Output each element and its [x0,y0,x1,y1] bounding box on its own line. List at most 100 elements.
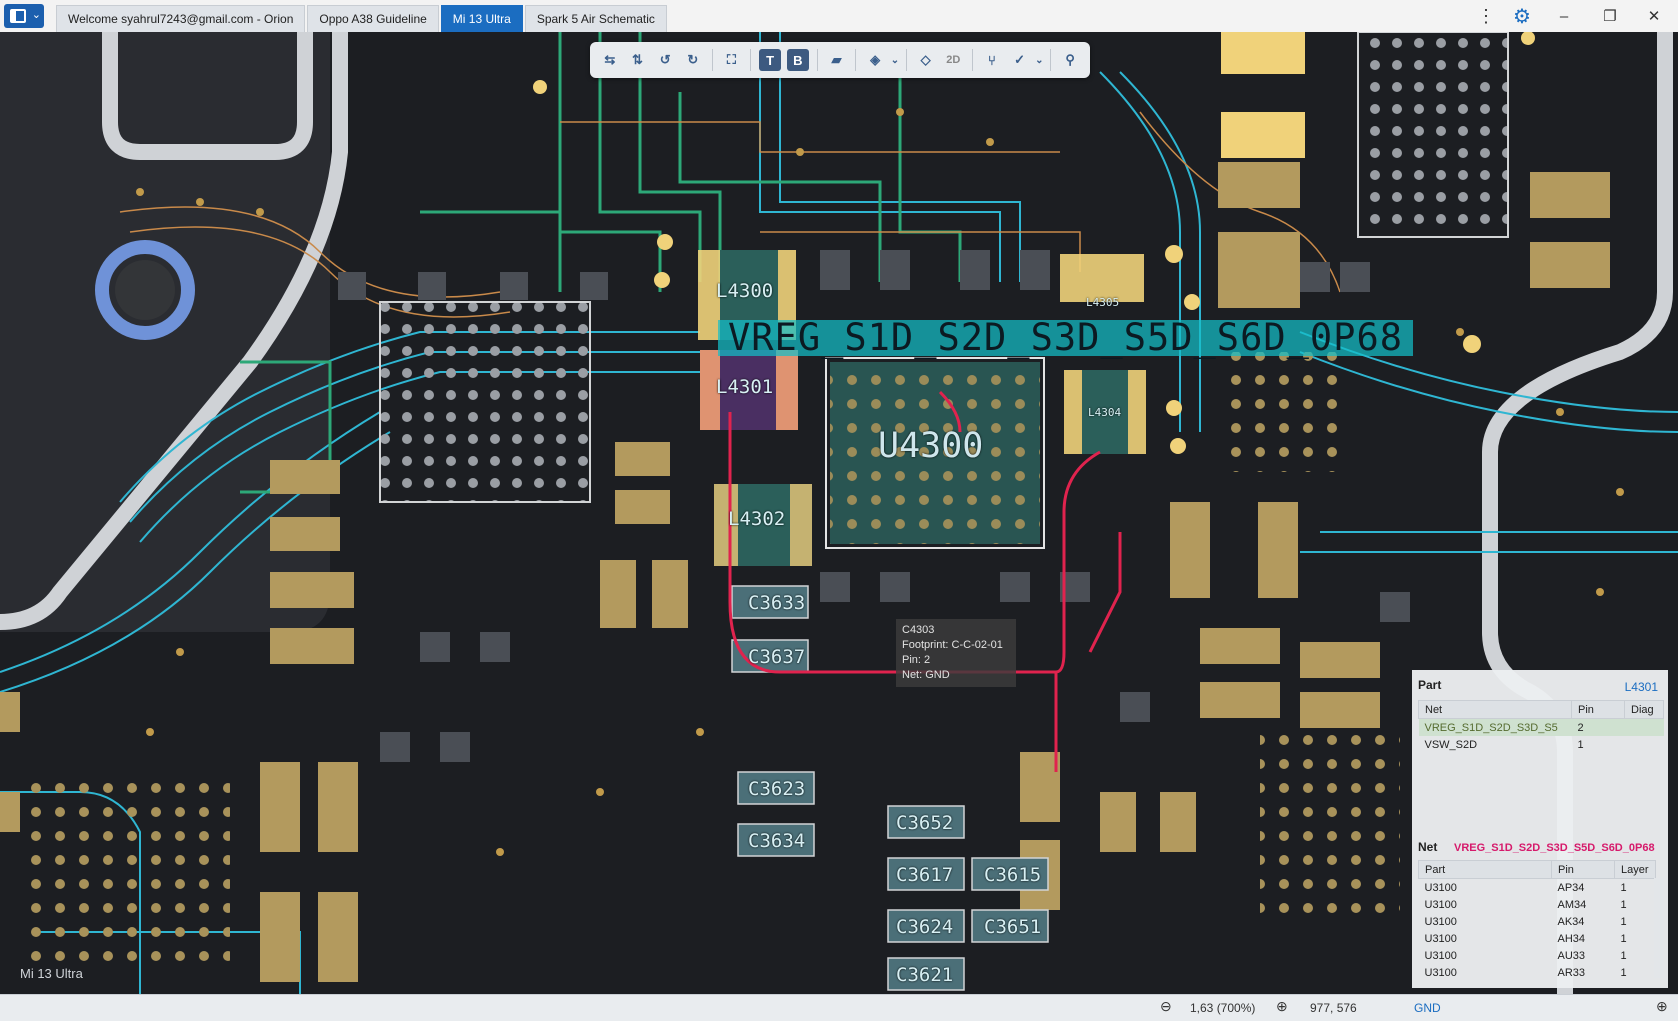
flip-vertical-button[interactable]: ⇅ [625,47,651,73]
minimize-button[interactable]: – [1544,0,1584,32]
toolbar-divider [905,49,907,71]
table-row[interactable]: U3100 AM34 1 [1419,896,1656,913]
toolbar-divider [1050,49,1052,71]
chevron-down-icon[interactable]: ⌄ [890,47,900,73]
net-panel-name[interactable]: VREG_S1D_S2D_S3D_S5D_S6D_0P68 [1454,842,1655,854]
net-cell: VSW_S2D [1424,738,1478,751]
tab-oppo-a38-guideline[interactable]: Oppo A38 Guideline [307,5,439,32]
top-side-button[interactable]: T [759,49,781,71]
view-2d-button[interactable]: 2D [940,47,966,73]
diag-cell [1624,718,1664,736]
label-tag-button[interactable]: ▰ [824,47,850,73]
pin-cell: AU33 [1557,949,1586,962]
layer-cell: 1 [1620,966,1627,979]
component-button[interactable]: ◇ [913,47,939,73]
part-label-c3634: C3634 [748,830,806,852]
app-menu-icon [10,9,26,23]
board-name-label: Mi 13 Ultra [20,966,83,981]
table-row[interactable]: U3100 AU33 1 [1419,947,1656,964]
part-panel-title: Part [1418,678,1442,692]
gear-icon[interactable]: ⚙ [1502,0,1542,32]
table-row[interactable]: U3100 AP34 1 [1419,879,1656,897]
table-row[interactable]: VSW_S2D 1 [1419,736,1664,753]
toolbar-divider [750,49,752,71]
search-icon[interactable]: ⚲ [1057,47,1083,73]
net-trace-button[interactable]: ⑂ [979,47,1005,73]
zoom-out-icon[interactable]: ⊖ [1160,998,1172,1015]
layer-cell: 1 [1620,898,1627,911]
part-cell: U3100 [1424,915,1457,928]
column-header-pin[interactable]: Pin [1571,700,1625,719]
part-cell: U3100 [1424,966,1457,979]
net-parts-table: Part Pin Layer U3100 AP34 1 U3100 AM34 1 U31… [1418,860,1656,981]
tab-mi-13-ultra[interactable]: Mi 13 Ultra [440,5,523,32]
toolbar-divider [816,49,818,71]
part-label-l4305: L4305 [1086,296,1120,309]
toolbar-divider [855,49,857,71]
part-label-u4300: U4300 [878,426,984,466]
pin-cell: 1 [1577,738,1584,751]
rotate-right-button[interactable]: ↻ [680,47,706,73]
pin-cell: 2 [1571,718,1625,736]
column-header-diag[interactable]: Diag [1624,700,1664,719]
tab-strip: Welcome syahrul7243@gmail.com - Orion Op… [56,5,669,32]
part-cell: U3100 [1424,932,1457,945]
rotate-left-button[interactable]: ↺ [652,47,678,73]
more-options-icon[interactable]: ⋮ [1466,0,1506,32]
column-header-net[interactable]: Net [1418,700,1572,719]
toolbar-divider [972,49,974,71]
chevron-down-icon: ⌄ [31,9,41,21]
part-label-c3637: C3637 [748,646,806,668]
globe-icon[interactable]: ⊕ [1656,998,1668,1015]
status-net: GND [1414,1001,1441,1015]
pin-cell: AR33 [1557,966,1586,979]
layer-cell: 1 [1620,949,1627,962]
tooltip-part: C4303 [902,624,935,636]
zoom-level: 1,63 (700%) [1190,1001,1256,1015]
part-label-c3652: C3652 [896,812,954,834]
measure-button[interactable]: ✓ [1007,47,1033,73]
app-menu-button[interactable]: ⌄ [4,4,44,28]
net-panel-title: Net [1418,840,1438,854]
part-label-c3623: C3623 [748,778,806,800]
flip-horizontal-button[interactable]: ⇆ [597,47,623,73]
view-toolbar: ⇆ ⇅ ↺ ↻ ⛶ T B ▰ ◈ ⌄ ◇ 2D ⑂ ✓ ⌄ ⚲ [590,42,1090,78]
restore-button[interactable]: ❐ [1590,0,1630,32]
part-label-c3651: C3651 [984,916,1042,938]
tab-spark-5-air-schematic[interactable]: Spark 5 Air Schematic [524,5,667,32]
net-table-scrollbar[interactable] [1654,878,1664,978]
net-cell: VREG_S1D_S2D_S3D_S5 [1418,718,1572,736]
table-row[interactable]: U3100 AR33 1 [1419,964,1656,981]
part-tooltip: C4303 Footprint: C-C-02-01 Pin: 2 Net: G… [896,619,1016,687]
table-row[interactable]: U3100 AH34 1 [1419,930,1656,947]
layer-cell: 1 [1620,881,1627,894]
column-header-layer[interactable]: Layer [1614,860,1656,879]
tab-welcome[interactable]: Welcome syahrul7243@gmail.com - Orion [56,5,306,32]
chevron-down-icon[interactable]: ⌄ [1034,47,1044,73]
highlighted-net-label: VREG_S1D_S2D_S3D_S5D_S6D_0P68 [718,319,1414,356]
part-label-c3621: C3621 [896,964,954,986]
table-row[interactable]: VREG_S1D_S2D_S3D_S5 2 [1418,718,1664,736]
table-row[interactable]: U3100 AK34 1 [1419,913,1656,930]
tooltip-net: Net: GND [902,669,950,681]
part-label-c3617: C3617 [896,864,954,886]
pin-cell: AH34 [1557,932,1586,945]
layers-button[interactable]: ◈ [862,47,888,73]
part-net-table: Net Pin Diag VREG_S1D_S2D_S3D_S5 2 VSW_S… [1418,700,1664,753]
part-panel-ref[interactable]: L4301 [1625,680,1658,694]
cursor-coordinates: 977, 576 [1310,1001,1357,1015]
close-button[interactable]: ✕ [1634,0,1674,32]
diag-cell [1625,736,1664,753]
zoom-in-icon[interactable]: ⊕ [1276,998,1288,1015]
pin-cell: AK34 [1557,915,1585,928]
part-label-l4300: L4300 [716,280,774,302]
status-bar: ⊖ 1,63 (700%) ⊕ 977, 576 GND ⊕ [0,994,1678,1021]
layer-cell: 1 [1620,915,1627,928]
column-header-pin[interactable]: Pin [1551,860,1615,879]
column-header-part[interactable]: Part [1418,860,1552,879]
layer-cell: 1 [1620,932,1627,945]
pin-cell: AP34 [1557,881,1585,894]
fit-to-screen-button[interactable]: ⛶ [719,47,745,73]
tooltip-pin: Pin: 2 [902,654,931,666]
bottom-side-button[interactable]: B [786,49,809,71]
